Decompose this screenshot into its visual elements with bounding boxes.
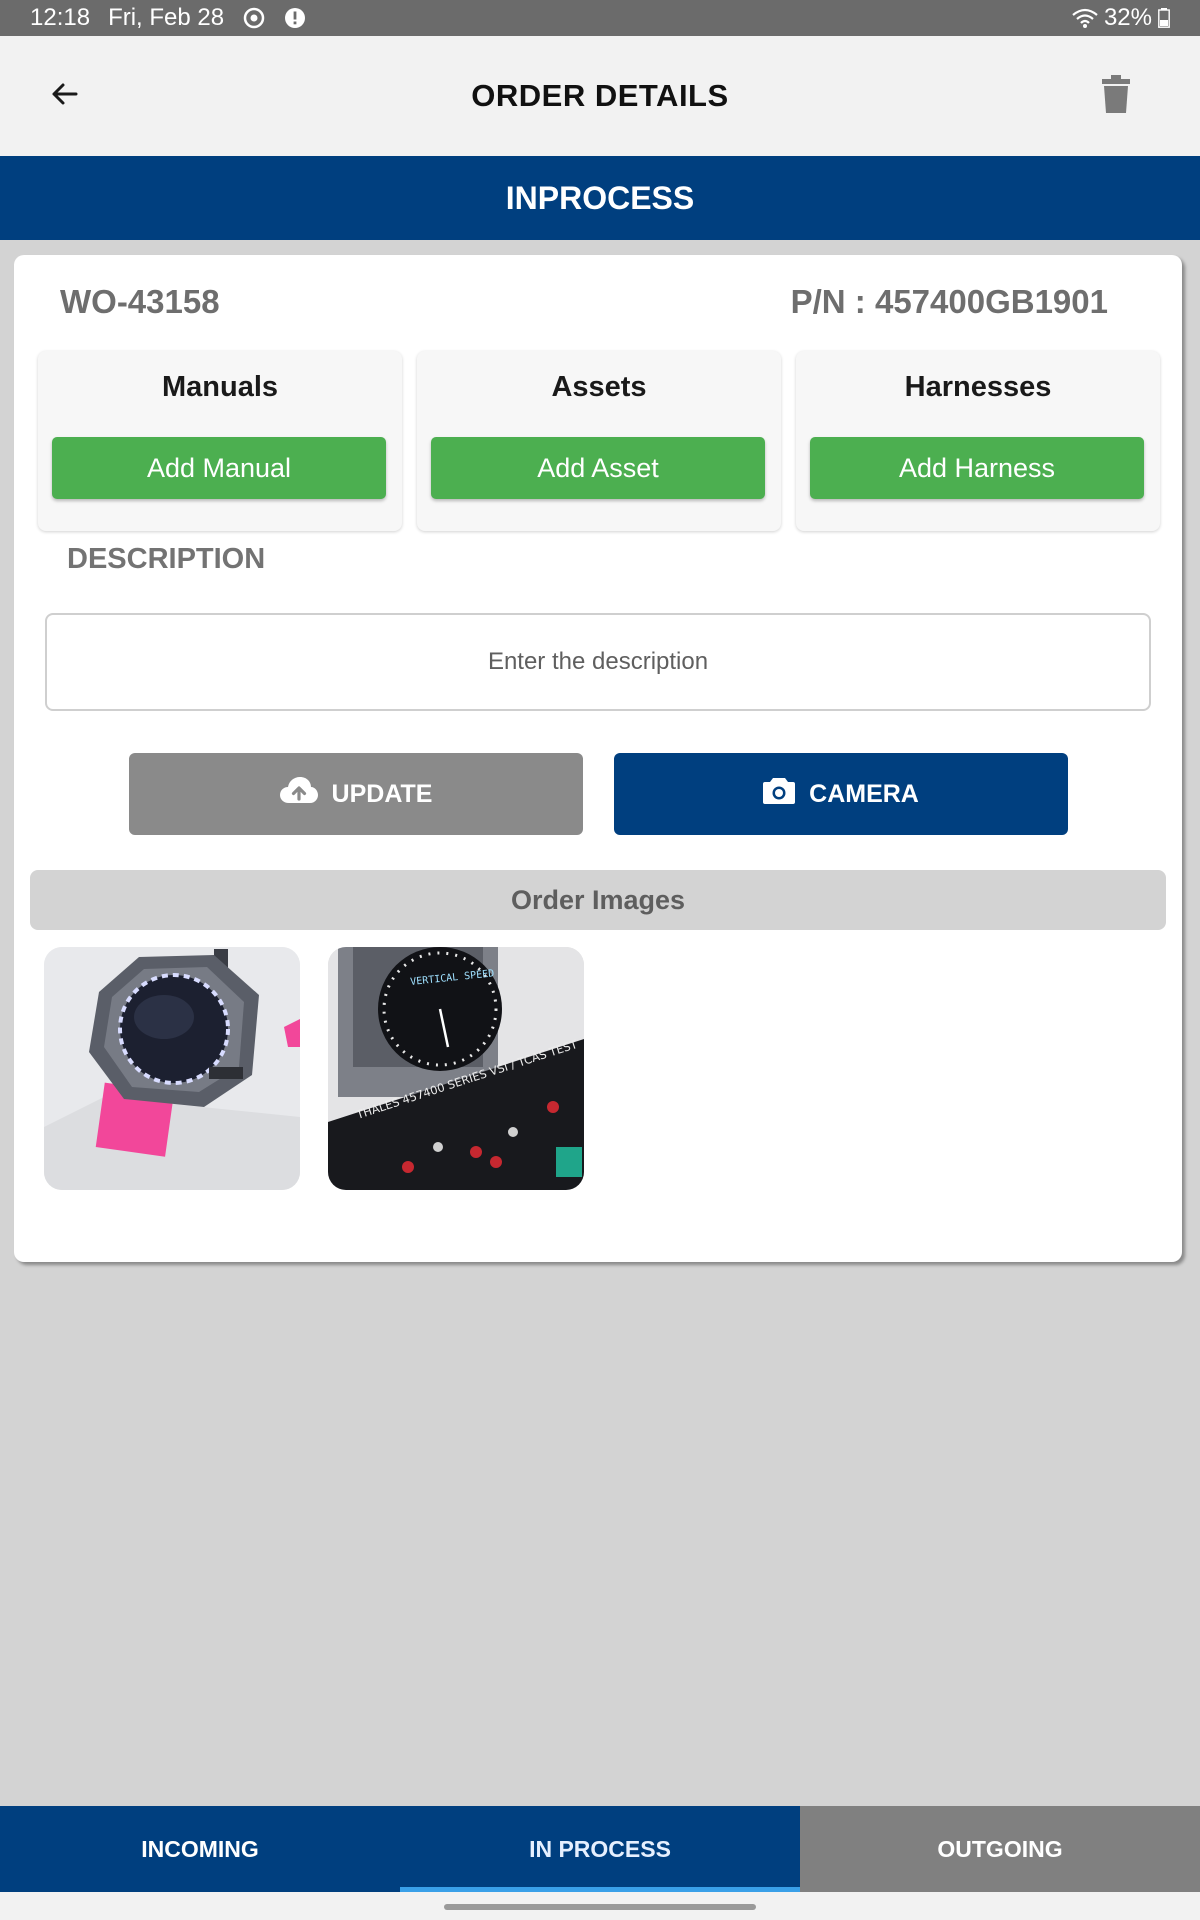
update-label: UPDATE <box>331 779 433 808</box>
tab-in-process-label: IN PROCESS <box>529 1835 671 1862</box>
tab-outgoing-label: OUTGOING <box>937 1835 1063 1862</box>
bottom-nav: INCOMING IN PROCESS OUTGOING <box>0 1806 1200 1892</box>
description-input[interactable] <box>45 613 1151 711</box>
arrow-left-icon <box>48 78 80 115</box>
manuals-title: Manuals <box>161 371 279 403</box>
camera-label: CAMERA <box>809 779 919 808</box>
status-right: 32% <box>1072 4 1170 32</box>
assets-title: Assets <box>551 371 647 403</box>
status-banner: INPROCESS <box>0 156 1200 240</box>
vsi-tester-photo: VERTICAL SPEED THALES 457400 SERIES VSI … <box>328 947 584 1190</box>
harnesses-title: Harnesses <box>904 371 1052 403</box>
tab-outgoing[interactable]: OUTGOING <box>800 1806 1200 1892</box>
alert-icon <box>284 7 306 29</box>
order-image-thumbnail[interactable]: VERTICAL SPEED THALES 457400 SERIES VSI … <box>328 947 584 1190</box>
trash-icon <box>1101 74 1131 118</box>
tab-incoming-label: INCOMING <box>141 1835 259 1862</box>
part-number: P/N : 457400GB1901 <box>790 283 1108 320</box>
battery-icon <box>1158 8 1170 28</box>
status-date: Fri, Feb 28 <box>108 4 225 31</box>
harnesses-section: Harnesses Add Harness <box>796 351 1160 531</box>
tab-in-process[interactable]: IN PROCESS <box>400 1806 800 1892</box>
battery-percent: 32% <box>1103 4 1152 31</box>
tab-incoming[interactable]: INCOMING <box>0 1806 400 1892</box>
camera-button[interactable]: CAMERA <box>614 753 1068 835</box>
manuals-section: Manuals Add Manual <box>38 351 402 531</box>
vsi-instrument-photo <box>44 947 300 1190</box>
app-header: ORDER DETAILS <box>0 36 1200 156</box>
back-button[interactable] <box>44 76 84 116</box>
add-asset-button[interactable]: Add Asset <box>431 437 765 499</box>
sync-icon <box>242 6 266 30</box>
status-time: 12:18 <box>30 4 91 31</box>
wifi-icon <box>1072 7 1098 29</box>
camera-icon <box>763 777 796 811</box>
description-label: DESCRIPTION <box>67 543 266 575</box>
order-image-thumbnail[interactable] <box>44 947 300 1190</box>
cloud-upload-icon <box>279 776 318 812</box>
update-button[interactable]: UPDATE <box>129 753 583 835</box>
home-handle[interactable] <box>444 1904 756 1910</box>
assets-section: Assets Add Asset <box>417 351 781 531</box>
work-order-number: WO-43158 <box>60 283 220 320</box>
status-left: 12:18 Fri, Feb 28 <box>30 4 306 32</box>
delete-button[interactable] <box>1096 74 1136 118</box>
status-bar: 12:18 Fri, Feb 28 32% <box>0 0 1200 36</box>
gesture-bar <box>0 1892 1200 1920</box>
order-images-header: Order Images <box>30 870 1166 930</box>
page-title: ORDER DETAILS <box>471 78 729 113</box>
add-harness-button[interactable]: Add Harness <box>810 437 1144 499</box>
add-manual-button[interactable]: Add Manual <box>52 437 386 499</box>
order-card: WO-43158 P/N : 457400GB1901 Manuals Add … <box>14 255 1182 1262</box>
